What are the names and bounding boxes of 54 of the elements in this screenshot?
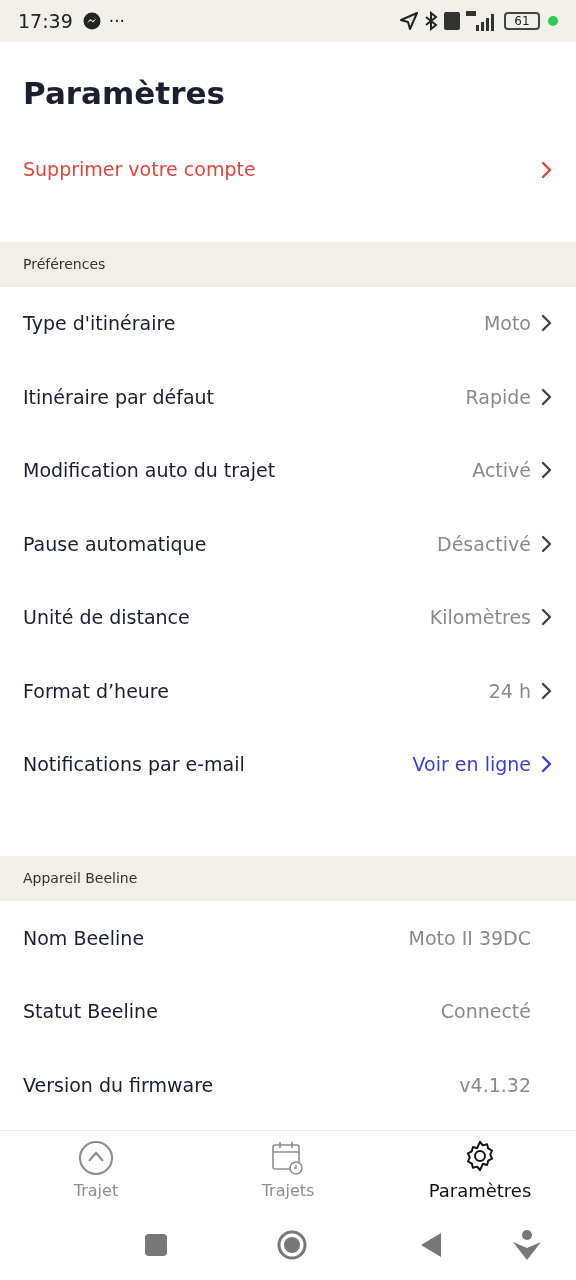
row-value: Moto II 39DC [408, 925, 531, 951]
bluetooth-icon [424, 11, 438, 31]
chevron-right-icon [541, 160, 553, 179]
back-icon[interactable] [421, 1233, 441, 1257]
row-label: Format d’heure [23, 678, 170, 704]
chevron-right-icon [541, 534, 553, 553]
location-arrow-icon [400, 12, 418, 30]
settings-row[interactable]: Format d’heure 24 h [0, 654, 576, 728]
chevron-right-icon [541, 314, 553, 333]
chevron-right-icon [541, 387, 553, 406]
signal-icon [466, 11, 496, 31]
row-value: Désactivé [437, 531, 531, 557]
row-value: Activé [472, 458, 531, 483]
section-header-text: Préférences [23, 254, 106, 274]
settings-row[interactable]: Modification auto du trajet Activé [0, 433, 576, 507]
row-value: Kilomètres [429, 605, 531, 630]
status-time: 17:39 [18, 8, 73, 34]
row-value: Moto [483, 311, 531, 336]
chevron-right-icon [541, 755, 553, 774]
row-label: Modification auto du trajet [23, 458, 277, 483]
row-value: Rapide [465, 384, 531, 410]
row-value: Voir en ligne [412, 752, 531, 777]
chevron-right-icon [541, 681, 553, 700]
calendar-clock-icon [272, 1140, 304, 1175]
home-icon[interactable] [277, 1230, 307, 1260]
messenger-icon [82, 12, 101, 30]
chevron-right-icon [541, 608, 553, 627]
row-label: Statut Beeline [23, 999, 159, 1024]
assistant-icon[interactable] [513, 1230, 541, 1260]
row-label: Itinéraire par défaut [23, 384, 216, 410]
delete-account-label: Supprimer votre compte [23, 157, 256, 183]
row-label: Unité de distance [23, 605, 191, 630]
battery-indicator: 61 [504, 12, 540, 30]
row-value: Connecté [440, 999, 531, 1024]
page-title: Paramètres [22, 74, 226, 113]
chevron-right-icon [541, 461, 553, 480]
settings-row[interactable]: Pause automatique Désactivé [0, 507, 576, 581]
chevron-circle-icon [78, 1139, 114, 1176]
delete-account-row[interactable]: Supprimer votre compte [0, 132, 576, 207]
row-value: 24 h [488, 678, 531, 704]
row-value: v4.1.32 [459, 1072, 531, 1098]
settings-row[interactable]: Itinéraire par défaut Rapide [0, 360, 576, 434]
row-label: Notifications par e-mail [23, 752, 246, 777]
section-header-text: Appareil Beeline [23, 869, 138, 888]
row-label: Pause automatique [23, 531, 208, 557]
more-notifications-text: ··· [108, 12, 125, 30]
settings-row[interactable]: Notifications par e-mail Voir en ligne [0, 727, 576, 801]
row-label: Type d'itinéraire [23, 311, 177, 336]
recents-icon[interactable] [145, 1234, 167, 1256]
row-label: Version du firmware [23, 1072, 215, 1098]
settings-row[interactable]: Type d'itinéraire Moto [0, 286, 576, 360]
nav-tab[interactable]: Paramètres [384, 1137, 576, 1204]
row-label: Nom Beeline [23, 925, 146, 951]
settings-row[interactable]: Unité de distance Kilomètres [0, 580, 576, 654]
